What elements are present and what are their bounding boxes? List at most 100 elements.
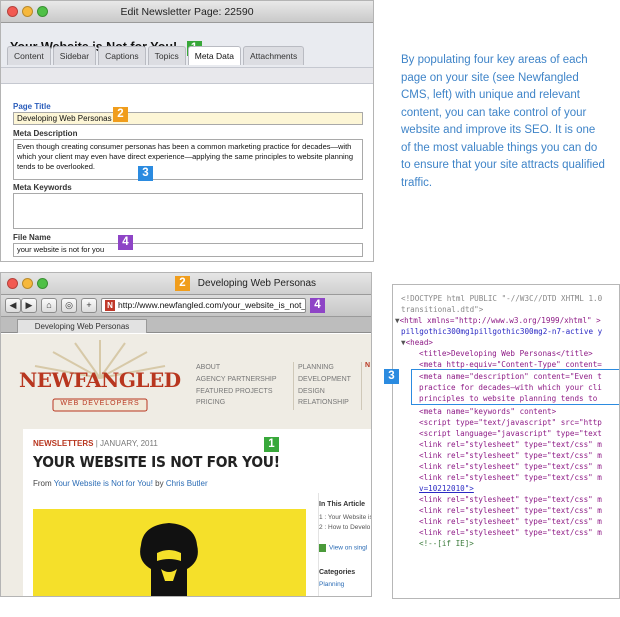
forward-icon[interactable]: ▶ <box>21 298 37 313</box>
site-nav-relationship[interactable]: RELATIONSHIP <box>298 397 351 409</box>
file-name-field[interactable]: your website is not for you <box>13 243 363 257</box>
logo-text: NEWFANGLED <box>19 368 181 392</box>
browser-titlebar: 2 Developing Web Personas <box>1 273 371 295</box>
byline-from: From <box>33 479 52 488</box>
sidebar-view-label: View on singl <box>329 544 368 552</box>
tab-content[interactable]: Content <box>7 46 51 65</box>
sidebar-item-2[interactable]: 2 : How to Develo <box>319 523 371 533</box>
byline-author[interactable]: Chris Butler <box>166 479 208 488</box>
callout-badge-2-browser: 2 <box>175 275 190 291</box>
code-line-3: ▼<html xmlns="http://www.w3.org/1999/xht… <box>395 315 601 326</box>
callout-badge-1-browser: 1 <box>264 437 279 452</box>
code-line-19: <link rel="stylesheet" type="text/css" m <box>419 495 602 504</box>
nav-divider <box>293 362 294 410</box>
page-title-field[interactable]: Developing Web Personas <box>13 112 363 125</box>
source-code-panel: <!DOCTYPE html PUBLIC "-//W3C//DTD XHTML… <box>392 284 620 599</box>
meta-keywords-label: Meta Keywords <box>13 183 72 192</box>
byline-by: by <box>155 479 164 488</box>
categories-heading: Categories <box>319 569 356 576</box>
site-nav-design[interactable]: DESIGN <box>298 386 351 398</box>
callout-badge-4: 4 <box>118 235 133 250</box>
browser-minimize-icon[interactable] <box>22 278 33 289</box>
sidebar-view-link[interactable]: View on singl <box>319 544 367 552</box>
file-name-label: File Name <box>13 233 51 242</box>
site-nav-col3: N <box>365 362 371 369</box>
browser-window-controls <box>7 278 48 289</box>
close-window-icon[interactable] <box>7 6 18 17</box>
site-nav-pricing[interactable]: PRICING <box>196 397 277 409</box>
cms-window-title: Edit Newsletter Page: 22590 <box>120 6 254 18</box>
code-line-4-text: pillgothic300mg1pillgothic300mg2-n7-acti… <box>401 327 603 336</box>
code-line-3-text: <html xmlns="http://www.w3.org/1999/xhtm… <box>399 316 601 325</box>
code-line-20: <link rel="stylesheet" type="text/css" m <box>419 506 602 515</box>
sidebar-heading: In This Article <box>319 501 366 508</box>
tab-sidebar[interactable]: Sidebar <box>52 46 97 65</box>
callout-badge-3-code: 3 <box>384 369 399 384</box>
code-line-5-text: <head> <box>405 338 434 347</box>
site-nav-agency-partnership[interactable]: AGENCY PARTNERSHIP <box>196 374 277 386</box>
tab-attachments[interactable]: Attachments <box>242 46 305 65</box>
tab-topics[interactable]: Topics <box>147 46 186 65</box>
zoom-window-icon[interactable] <box>37 6 48 17</box>
code-line-18[interactable]: v=10212010"> <box>419 483 474 494</box>
browser-window-title: Developing Web Personas <box>197 278 316 289</box>
callout-badge-2: 2 <box>113 107 128 122</box>
address-bar-url: http://www.newfangled.com/your_website_i… <box>118 300 306 310</box>
sidebar-item-1[interactable]: 1 : Your Website is <box>319 513 371 523</box>
callout-badge-4-browser: 4 <box>310 298 325 313</box>
code-line-13: <script language="javascript" type="text <box>419 429 602 438</box>
address-bar[interactable]: N http://www.newfangled.com/your_website… <box>101 298 306 313</box>
callout-badge-3: 3 <box>138 166 153 181</box>
article-hero-image <box>33 509 306 596</box>
home-icon[interactable]: ⌂ <box>41 298 57 313</box>
code-line-8: <meta name="description" content="Even t <box>419 372 602 381</box>
code-line-10: principles to website planning tends to <box>419 394 598 403</box>
browser-zoom-icon[interactable] <box>37 278 48 289</box>
code-line-14: <link rel="stylesheet" type="text/css" m <box>419 440 602 449</box>
site-nav-development[interactable]: DEVELOPMENT <box>298 374 351 386</box>
new-tab-icon[interactable]: + <box>81 298 97 313</box>
meta-keywords-field[interactable] <box>13 193 363 229</box>
section-link[interactable]: NEWSLETTERS <box>33 439 93 448</box>
browser-toolbar: ◀ ▶ ⌂ ◎ + N http://www.newfangled.com/yo… <box>1 295 371 317</box>
silhouette-illustration <box>140 523 198 596</box>
byline-link[interactable]: Your Website is Not for You! <box>54 479 153 488</box>
window-controls <box>7 6 48 17</box>
tab-captions[interactable]: Captions <box>98 46 146 65</box>
cms-titlebar: Edit Newsletter Page: 22590 <box>1 1 373 23</box>
logo-subtext: WEB DEVELOPERS <box>60 400 140 407</box>
browser-close-icon[interactable] <box>7 278 18 289</box>
code-line-2: transitional.dtd"> <box>401 305 484 314</box>
code-line-5: ▼<head> <box>401 337 433 348</box>
article-byline: From Your Website is Not for You! by Chr… <box>33 479 208 488</box>
site-nav-col2: PLANNING DEVELOPMENT DESIGN RELATIONSHIP <box>298 362 351 409</box>
code-line-23: <!--[if IE]> <box>419 539 474 548</box>
cms-form: Page Title Developing Web Personas 2 Met… <box>1 83 373 261</box>
code-line-4: pillgothic300mg1pillgothic300mg2-n7-acti… <box>401 326 602 337</box>
code-line-11: <meta name="keywords" content> <box>419 407 557 416</box>
code-line-21: <link rel="stylesheet" type="text/css" m <box>419 517 602 526</box>
code-line-17: <link rel="stylesheet" type="text/css" m <box>419 473 602 482</box>
article-date: | JANUARY, 2011 <box>95 439 158 448</box>
code-line-15: <link rel="stylesheet" type="text/css" m <box>419 451 602 460</box>
site-favicon-icon: N <box>105 300 115 311</box>
page-icon <box>319 544 326 552</box>
code-line-1: <!DOCTYPE html PUBLIC "-//W3C//DTD XHTML… <box>401 294 603 303</box>
category-link[interactable]: Planning <box>319 581 344 588</box>
meta-description-field[interactable]: Even though creating consumer personas h… <box>13 139 363 180</box>
site-nav-planning[interactable]: PLANNING <box>298 362 351 374</box>
site-nav-about[interactable]: ABOUT <box>196 362 277 374</box>
site-nav-featured-projects[interactable]: FEATURED PROJECTS <box>196 386 277 398</box>
back-icon[interactable]: ◀ <box>5 298 21 313</box>
minimize-window-icon[interactable] <box>22 6 33 17</box>
code-line-16: <link rel="stylesheet" type="text/css" m <box>419 462 602 471</box>
site-nav-col1: ABOUT AGENCY PARTNERSHIP FEATURED PROJEC… <box>196 362 277 409</box>
explanation-paragraph: By populating four key areas of each pag… <box>401 54 605 189</box>
article-headline: YOUR WEBSITE IS NOT FOR YOU! <box>33 453 280 471</box>
browser-tab[interactable]: Developing Web Personas <box>17 319 147 333</box>
code-line-6: <title>Developing Web Personas</title> <box>419 349 593 358</box>
page-title-label: Page Title <box>13 102 51 111</box>
bookmark-icon[interactable]: ◎ <box>61 298 77 313</box>
code-line-9: practice for decades—with which your cli <box>419 383 602 392</box>
tab-meta-data[interactable]: Meta Data <box>187 46 241 65</box>
